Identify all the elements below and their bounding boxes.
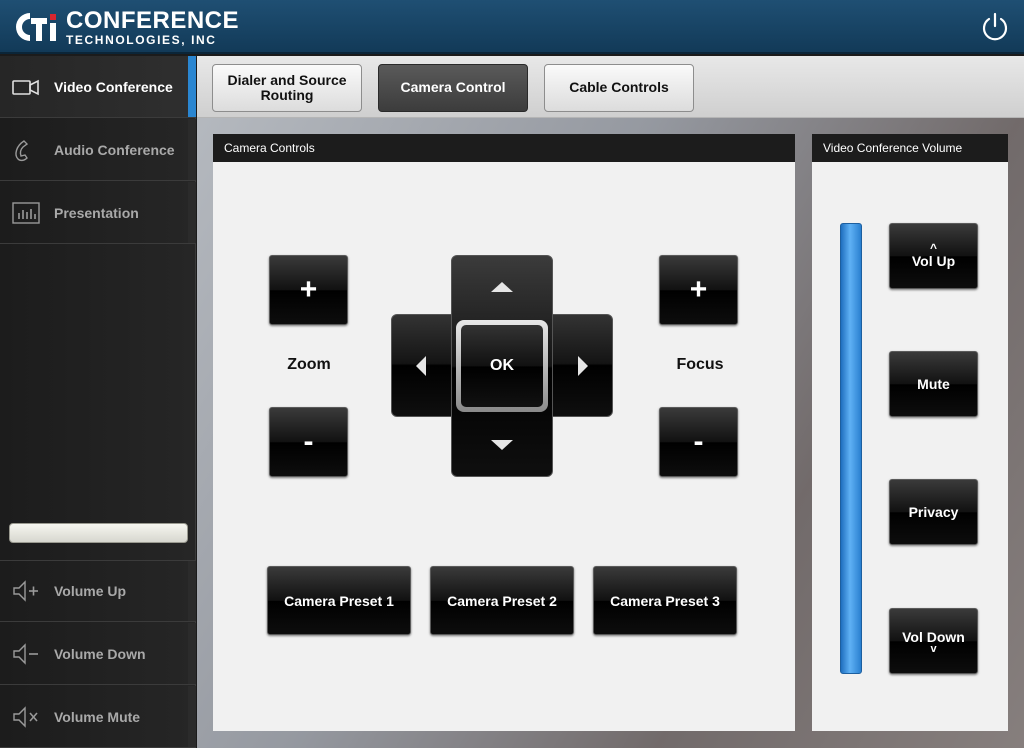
ok-label: OK bbox=[461, 325, 543, 407]
sidebar-item-video-conference[interactable]: Video Conference bbox=[0, 56, 196, 118]
privacy-button[interactable]: Privacy bbox=[889, 479, 978, 545]
sidebar-item-label: Audio Conference bbox=[54, 141, 175, 158]
pan-down-button[interactable] bbox=[482, 430, 522, 460]
sidebar-item-audio-conference[interactable]: Audio Conference bbox=[0, 119, 196, 181]
active-indicator bbox=[188, 56, 196, 117]
vol-up-label: Vol Up bbox=[911, 252, 956, 269]
pan-right-button[interactable] bbox=[565, 351, 599, 381]
arrow-right-icon bbox=[578, 356, 588, 376]
sidebar-item-label: Volume Mute bbox=[54, 708, 141, 725]
sidebar-item-label: Volume Down bbox=[54, 645, 146, 662]
sidebar-status-bar bbox=[9, 523, 188, 543]
speaker-mute-icon bbox=[13, 705, 38, 728]
panel-title: Camera Controls bbox=[213, 134, 795, 162]
power-button[interactable] bbox=[980, 12, 1010, 42]
sidebar-item-label: Presentation bbox=[54, 204, 139, 221]
chevron-down-icon: v bbox=[930, 642, 937, 655]
chevron-up-icon: ^ bbox=[929, 240, 937, 255]
pan-up-button[interactable] bbox=[482, 273, 522, 303]
video-camera-icon bbox=[12, 79, 39, 95]
logo-mark bbox=[14, 10, 60, 44]
camera-preset-2-button[interactable]: Camera Preset 2 bbox=[430, 566, 574, 635]
company-logo: CONFERENCE TECHNOLOGIES, INC bbox=[14, 8, 239, 46]
camera-dpad: OK bbox=[391, 255, 613, 477]
arrow-left-icon bbox=[416, 356, 426, 376]
vol-down-button[interactable]: Vol Down v bbox=[889, 608, 978, 674]
focus-label: Focus bbox=[676, 356, 724, 373]
arrow-up-icon bbox=[491, 282, 513, 292]
mute-button[interactable]: Mute bbox=[889, 351, 978, 417]
camera-preset-3-button[interactable]: Camera Preset 3 bbox=[593, 566, 737, 635]
tab-cable-controls[interactable]: Cable Controls bbox=[544, 64, 694, 112]
presentation-chart-icon bbox=[12, 201, 40, 224]
focus-out-button[interactable]: - bbox=[659, 407, 738, 477]
sidebar-item-volume-up[interactable]: Volume Up bbox=[0, 560, 196, 622]
zoom-in-button[interactable]: + bbox=[269, 255, 348, 325]
camera-preset-1-button[interactable]: Camera Preset 1 bbox=[267, 566, 411, 635]
phone-handset-icon bbox=[15, 139, 29, 161]
panel-title: Video Conference Volume bbox=[812, 134, 1008, 162]
ok-button[interactable]: OK bbox=[456, 320, 548, 412]
speaker-minus-icon bbox=[13, 642, 38, 665]
power-icon bbox=[982, 12, 1008, 41]
pan-left-button[interactable] bbox=[405, 351, 439, 381]
sidebar-item-label: Volume Up bbox=[54, 583, 127, 599]
arrow-down-icon bbox=[491, 440, 513, 450]
sidebar-item-presentation[interactable]: Presentation bbox=[0, 182, 196, 244]
logo-line1: CONFERENCE bbox=[66, 6, 240, 34]
volume-slider[interactable] bbox=[840, 223, 862, 674]
vol-up-button[interactable]: ^ Vol Up bbox=[889, 223, 978, 289]
tab-camera-control[interactable]: Camera Control bbox=[378, 64, 528, 112]
app-header: CONFERENCE TECHNOLOGIES, INC bbox=[0, 0, 1024, 54]
zoom-label: Zoom bbox=[287, 356, 331, 373]
sidebar-item-label: Video Conference bbox=[54, 78, 173, 95]
speaker-plus-icon bbox=[13, 580, 38, 602]
sidebar: Video Conference Audio Conference Presen… bbox=[0, 56, 196, 748]
tab-dialer-source-routing[interactable]: Dialer and Source Routing bbox=[212, 64, 362, 112]
sidebar-item-volume-mute[interactable]: Volume Mute bbox=[0, 686, 196, 748]
logo-line2: TECHNOLOGIES, INC bbox=[66, 32, 217, 47]
zoom-out-button[interactable]: - bbox=[269, 407, 348, 477]
sidebar-item-volume-down[interactable]: Volume Down bbox=[0, 623, 196, 685]
tab-bar: Dialer and Source Routing Camera Control… bbox=[197, 56, 1024, 118]
focus-in-button[interactable]: + bbox=[659, 255, 738, 325]
